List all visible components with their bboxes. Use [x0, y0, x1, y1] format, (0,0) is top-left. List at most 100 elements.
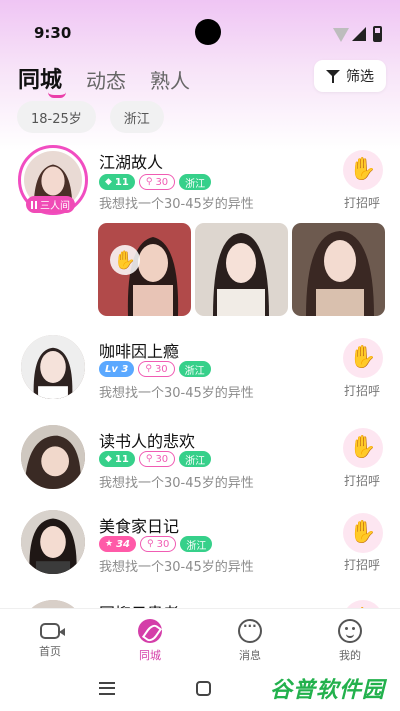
greet-label[interactable]: 打招呼	[344, 556, 380, 573]
filter-label: 筛选	[346, 69, 374, 85]
wave-button[interactable]: ✋	[343, 428, 383, 468]
status-bar: 9:30	[0, 0, 400, 60]
avatar-photo	[21, 600, 85, 608]
gallery-photo[interactable]	[292, 223, 385, 316]
greet-label[interactable]: 打招呼	[344, 194, 380, 211]
gallery-photo[interactable]	[195, 223, 288, 316]
bottom-tab-bar: 首页 同城 消息 我的	[0, 608, 400, 668]
user-tags: ◆ 11 ⚲ 30 浙江	[99, 451, 215, 467]
filter-button[interactable]: 筛选	[314, 60, 386, 92]
profile-icon	[338, 619, 362, 643]
avatar-photo	[21, 425, 85, 489]
wave-button[interactable]: ✋	[343, 338, 383, 378]
level-tag: Lv 3	[99, 361, 135, 377]
filter-icon	[326, 69, 340, 83]
user-tags: Lv 3 ⚲ 30 浙江	[99, 361, 215, 377]
tab-label: 同城	[18, 68, 63, 93]
greet-label[interactable]: 打招呼	[344, 472, 380, 489]
user-tags: ★ 34 ⚲ 30 浙江	[99, 536, 216, 552]
province-tag: 浙江	[179, 174, 212, 190]
star-icon: ★	[105, 539, 114, 549]
avatar[interactable]	[21, 425, 85, 489]
user-bio: 我想找一个30-45岁的异性	[99, 560, 254, 575]
user-name: 咖啡因上瘾	[99, 342, 180, 361]
wave-hand-icon: ✋	[349, 157, 377, 182]
watermark: 谷普软件园	[270, 678, 386, 703]
list-item[interactable]: 咖啡因上瘾 Lv 3 ⚲ 30 浙江 我想找一个30-45岁的异性 ✋ 打招呼	[0, 330, 400, 418]
level-tag: ★ 34	[99, 536, 136, 552]
system-nav-bar: 谷普软件园	[0, 668, 400, 711]
location-icon: ⚲	[145, 454, 153, 464]
filter-chips: 18-25岁 浙江	[17, 101, 178, 133]
age-tag: ⚲ 30	[138, 451, 176, 467]
chip-age[interactable]: 18-25岁	[17, 101, 96, 133]
home-button[interactable]	[196, 681, 211, 696]
user-name: 美食家日记	[99, 517, 180, 536]
level-tag: ◆ 11	[99, 451, 135, 467]
wave-hand-icon: ✋	[110, 245, 140, 275]
chip-province[interactable]: 浙江	[109, 101, 164, 133]
audio-bars-icon	[31, 200, 37, 209]
tab-home-label: 首页	[39, 645, 61, 658]
tab-dongtai[interactable]: 动态	[86, 65, 126, 94]
status-time: 9:30	[34, 24, 72, 42]
avatar[interactable]	[21, 600, 85, 608]
list-item[interactable]: 读书人的悲欢 ◆ 11 ⚲ 30 浙江 我想找一个30-45岁的异性 ✋ 打招呼	[0, 420, 400, 508]
avatar[interactable]	[21, 510, 85, 574]
user-list: 三人间 江湖故人 ◆ 11 ⚲ 30 浙江 我想找一个30-45岁的异性 ✋ 打招呼…	[0, 140, 400, 608]
tab-tongcheng[interactable]: 同城	[18, 62, 66, 98]
front-camera	[195, 19, 221, 45]
live-room-label: 三人间	[40, 201, 70, 212]
photo-gallery: ✋	[98, 223, 389, 316]
user-name: 网抑云患者	[99, 600, 179, 608]
province-tag: 浙江	[178, 361, 211, 377]
wave-hand-icon: ✋	[349, 345, 377, 370]
user-bio: 我想找一个30-45岁的异性	[99, 197, 254, 212]
city-icon	[138, 619, 162, 643]
level-tag: ◆ 11	[99, 174, 135, 190]
gallery-photo[interactable]: ✋	[98, 223, 191, 316]
recent-apps-button[interactable]	[99, 682, 115, 695]
wifi-icon	[333, 28, 349, 42]
age-tag: ⚲ 30	[138, 361, 175, 377]
tab-city[interactable]: 同城	[100, 609, 200, 668]
live-room-badge: 三人间	[26, 196, 75, 213]
tab-me[interactable]: 我的	[300, 609, 400, 668]
province-tag: 浙江	[179, 451, 212, 467]
location-icon: ⚲	[147, 539, 154, 549]
wave-button[interactable]: ✋	[343, 150, 383, 190]
wave-hand-icon: ✋	[349, 435, 377, 460]
wave-button[interactable]: ✋	[343, 600, 383, 608]
greet-label[interactable]: 打招呼	[344, 382, 380, 399]
age-tag: ⚲ 30	[140, 536, 177, 552]
avatar[interactable]	[21, 335, 85, 399]
avatar-photo	[21, 510, 85, 574]
user-name: 江湖故人	[99, 153, 164, 172]
province-tag: 浙江	[180, 536, 213, 552]
diamond-icon: ◆	[105, 454, 112, 464]
list-item[interactable]: 三人间 江湖故人 ◆ 11 ⚲ 30 浙江 我想找一个30-45岁的异性 ✋ 打招呼…	[0, 140, 400, 322]
tab-home[interactable]: 首页	[0, 609, 100, 668]
video-icon	[40, 623, 65, 639]
location-icon: ⚲	[145, 364, 152, 374]
tab-me-label: 我的	[339, 649, 361, 662]
location-icon: ⚲	[145, 177, 153, 187]
list-item[interactable]: 网抑云患者 ✋	[0, 596, 400, 608]
user-name: 读书人的悲欢	[99, 432, 196, 451]
signal-icon	[352, 27, 366, 41]
tab-messages[interactable]: 消息	[200, 609, 300, 668]
age-tag: ⚲ 30	[138, 174, 176, 190]
user-tags: ◆ 11 ⚲ 30 浙江	[99, 174, 215, 190]
battery-icon	[373, 26, 382, 42]
tab-messages-label: 消息	[239, 649, 261, 662]
message-icon	[238, 619, 262, 643]
wave-button[interactable]: ✋	[343, 513, 383, 553]
wave-hand-icon: ✋	[349, 520, 377, 545]
list-item[interactable]: 美食家日记 ★ 34 ⚲ 30 浙江 我想找一个30-45岁的异性 ✋ 打招呼	[0, 510, 400, 598]
tab-shuren[interactable]: 熟人	[150, 65, 190, 94]
user-bio: 我想找一个30-45岁的异性	[99, 476, 254, 491]
gallery-image	[292, 223, 385, 316]
top-tabs: 同城 动态 熟人	[18, 62, 214, 98]
diamond-icon: ◆	[105, 177, 112, 187]
gallery-image	[98, 223, 191, 316]
